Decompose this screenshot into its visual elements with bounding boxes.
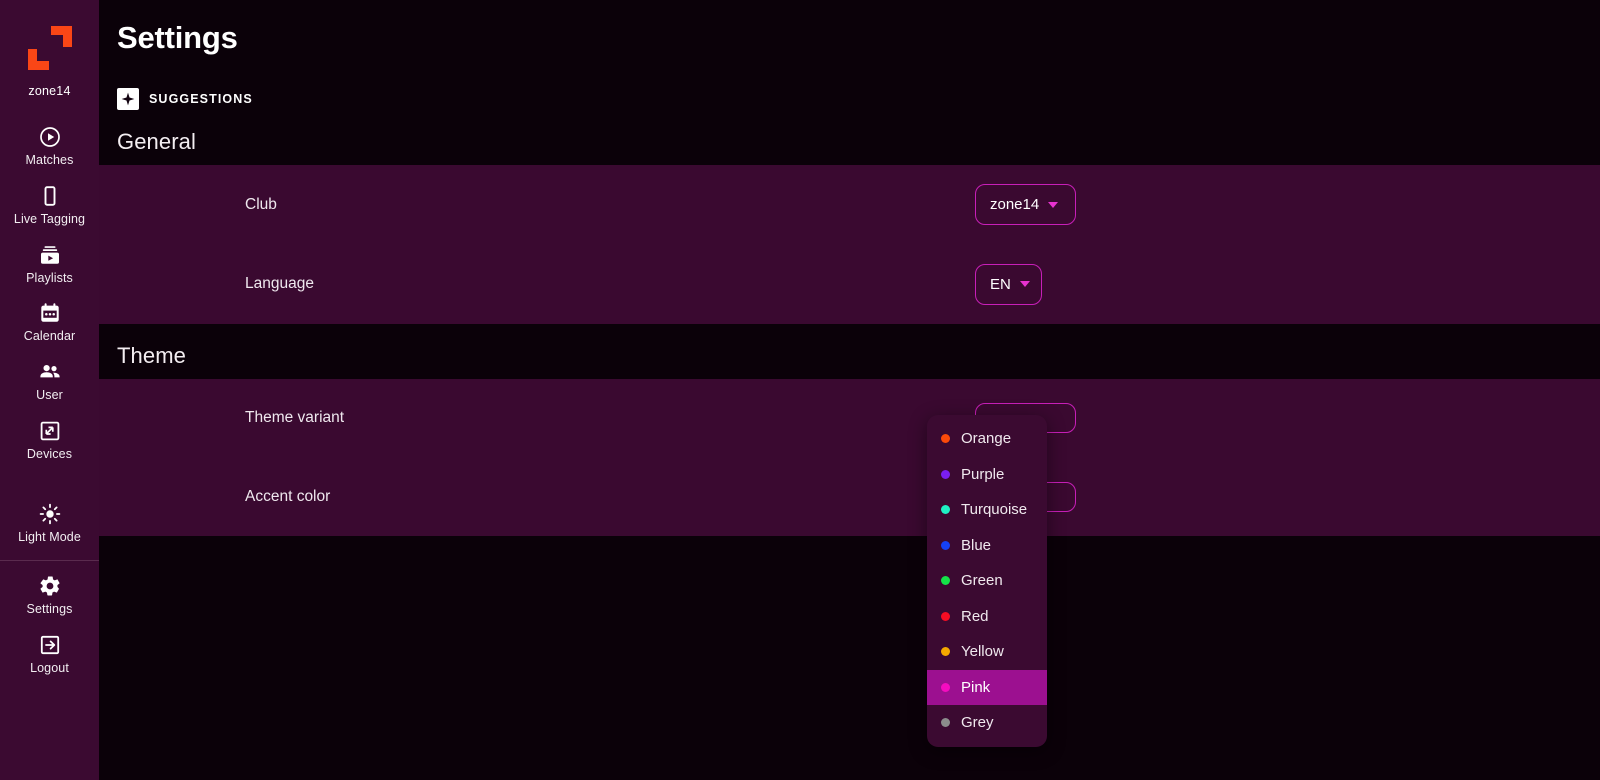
sidebar-item-label: Live Tagging bbox=[13, 211, 86, 226]
accent-option-label: Orange bbox=[961, 430, 1012, 448]
accent-option-pink[interactable]: Pink bbox=[927, 669, 1047, 705]
accent-option-yellow[interactable]: Yellow bbox=[927, 634, 1047, 670]
language-select[interactable]: EN bbox=[975, 263, 1042, 305]
main-content: Settings SUGGESTIONS General Club zone14… bbox=[99, 0, 1600, 780]
row-label: Accent color bbox=[245, 487, 331, 505]
settings-row-club: Club zone14 bbox=[245, 165, 1600, 245]
color-swatch-icon bbox=[941, 469, 950, 479]
row-label: Theme variant bbox=[245, 409, 345, 427]
calendar-icon bbox=[38, 301, 62, 325]
sidebar-item-label: Matches bbox=[25, 153, 74, 167]
sidebar-item-label: Calendar bbox=[23, 329, 76, 344]
sidebar-divider bbox=[0, 560, 99, 562]
accent-option-label: Purple bbox=[961, 465, 1005, 483]
sidebar-item-label: Settings bbox=[26, 602, 73, 617]
accent-option-purple[interactable]: Purple bbox=[927, 457, 1047, 493]
accent-option-turquoise[interactable]: Turquoise bbox=[927, 492, 1047, 528]
accent-option-grey[interactable]: Grey bbox=[927, 705, 1047, 741]
color-swatch-icon bbox=[941, 611, 950, 621]
accent-option-orange[interactable]: Orange bbox=[927, 421, 1047, 457]
color-swatch-icon bbox=[941, 434, 950, 444]
section-title-general: General bbox=[117, 129, 196, 154]
page-title: Settings bbox=[117, 20, 238, 55]
color-swatch-icon bbox=[941, 540, 950, 550]
color-swatch-icon bbox=[941, 505, 950, 515]
logout-icon bbox=[38, 633, 62, 657]
sidebar-item-label: User bbox=[36, 388, 63, 402]
row-label: Language bbox=[245, 275, 314, 293]
people-icon bbox=[38, 360, 62, 384]
sun-icon bbox=[38, 502, 62, 526]
chevron-down-icon bbox=[1019, 281, 1030, 288]
accent-option-label: Turquoise bbox=[961, 501, 1028, 519]
theme-settings-panel: Theme variant Accent color bbox=[99, 379, 1600, 536]
chevron-down-icon bbox=[1048, 201, 1059, 208]
general-settings-panel: Club zone14 Language EN bbox=[99, 165, 1600, 324]
brand-name: zone14 bbox=[28, 84, 71, 98]
mobile-icon bbox=[38, 184, 62, 208]
devices-icon bbox=[38, 419, 62, 443]
settings-row-theme-variant: Theme variant bbox=[245, 379, 1600, 458]
sidebar-item-matches[interactable]: Matches bbox=[0, 116, 99, 175]
sidebar-item-light-mode[interactable]: Light Mode bbox=[0, 493, 99, 552]
video-library-icon bbox=[38, 243, 62, 267]
accent-option-label: Grey bbox=[961, 714, 994, 732]
accent-option-label: Red bbox=[961, 607, 989, 625]
color-swatch-icon bbox=[941, 682, 950, 692]
sidebar-item-label: Playlists bbox=[26, 270, 73, 285]
settings-row-accent-color: Accent color bbox=[245, 458, 1600, 537]
sidebar-item-label: Logout bbox=[30, 661, 69, 675]
accent-option-label: Green bbox=[961, 572, 1003, 590]
accent-option-label: Pink bbox=[961, 678, 991, 696]
sidebar-item-user[interactable]: User bbox=[0, 351, 99, 410]
accent-option-label: Yellow bbox=[961, 643, 1004, 661]
accent-color-dropdown-menu[interactable]: Orange Purple Turquoise Blue Green Red Yellow P… bbox=[927, 415, 1047, 747]
row-label: Club bbox=[245, 195, 277, 213]
section-title-theme: Theme bbox=[117, 343, 186, 368]
settings-row-language: Language EN bbox=[245, 245, 1600, 325]
suggestions-button[interactable]: SUGGESTIONS bbox=[117, 88, 253, 110]
color-swatch-icon bbox=[941, 647, 950, 657]
club-select[interactable]: zone14 bbox=[975, 184, 1076, 226]
accent-option-green[interactable]: Green bbox=[927, 563, 1047, 599]
app-root: zone14 Matches Live Tagging Playlists Ca… bbox=[0, 0, 1600, 780]
sidebar-item-label: Devices bbox=[26, 446, 73, 461]
accent-option-label: Blue bbox=[961, 536, 992, 554]
app-logo[interactable] bbox=[24, 22, 76, 74]
accent-option-red[interactable]: Red bbox=[927, 599, 1047, 635]
sidebar-item-calendar[interactable]: Calendar bbox=[0, 292, 99, 351]
language-select-value: EN bbox=[990, 275, 1011, 293]
sparkle-icon bbox=[117, 88, 139, 110]
logo-icon bbox=[27, 26, 72, 70]
play-circle-icon bbox=[38, 125, 62, 149]
color-swatch-icon bbox=[941, 576, 950, 586]
sidebar: zone14 Matches Live Tagging Playlists Ca… bbox=[0, 0, 99, 780]
sidebar-item-playlists[interactable]: Playlists bbox=[0, 234, 99, 293]
gear-icon bbox=[38, 574, 62, 598]
sidebar-item-devices[interactable]: Devices bbox=[0, 410, 99, 469]
club-select-value: zone14 bbox=[990, 196, 1040, 214]
suggestions-label: SUGGESTIONS bbox=[149, 92, 253, 106]
sidebar-item-settings[interactable]: Settings bbox=[0, 565, 99, 624]
sidebar-item-label: Light Mode bbox=[18, 529, 81, 544]
sidebar-item-logout[interactable]: Logout bbox=[0, 624, 99, 683]
color-swatch-icon bbox=[941, 718, 950, 728]
sidebar-item-live-tagging[interactable]: Live Tagging bbox=[0, 175, 99, 234]
accent-option-blue[interactable]: Blue bbox=[927, 528, 1047, 564]
